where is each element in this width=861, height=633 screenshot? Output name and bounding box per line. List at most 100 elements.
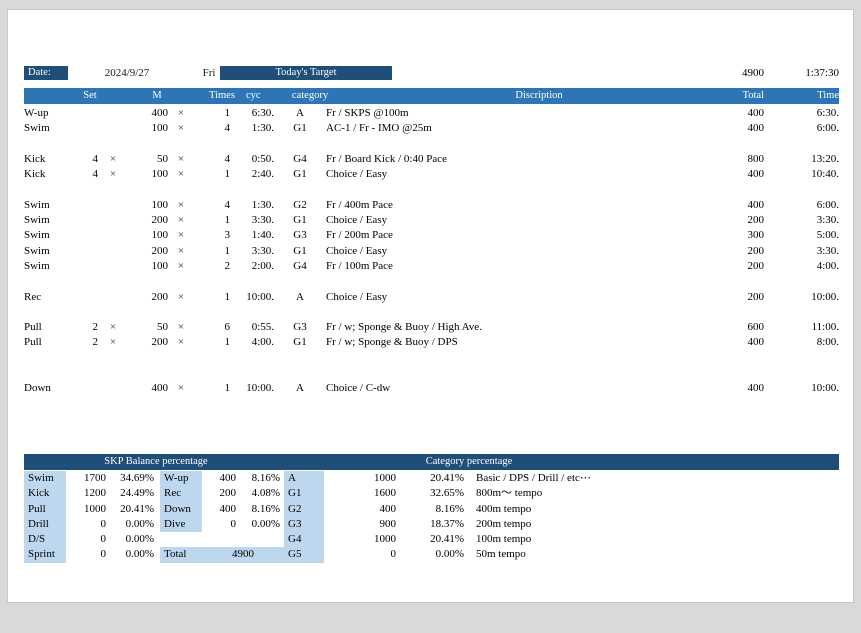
- multiply-sign-inner: [174, 137, 188, 152]
- workout-reps: 1: [224, 168, 231, 181]
- workout-row: Swim 100 × 4 1:30. G2 Fr / 400m Pace 400 6:00.: [24, 198, 839, 213]
- workout-reps: [200, 366, 230, 381]
- workout-sets: 4: [92, 168, 99, 181]
- workout-cycle: [240, 351, 274, 366]
- summary-row: Swim 1700 34.69% W-up 400 8.16% A 1000 20.41% Bas…: [24, 471, 839, 487]
- workout-reps: 2: [224, 259, 231, 272]
- workout-sets: [70, 228, 98, 243]
- workout-total: [700, 274, 764, 289]
- zone-distance: 1000: [374, 472, 396, 484]
- workout-sets: [70, 106, 98, 121]
- phase-label: Rec: [160, 486, 202, 502]
- skp-stroke-distance: 0: [100, 533, 107, 546]
- zone-distance: 900: [379, 517, 397, 530]
- phase-distance: [202, 532, 240, 547]
- workout-cycle: 1:30.: [251, 122, 274, 135]
- multiply-sign-inner: [174, 351, 188, 366]
- workout-distance: 50: [157, 321, 168, 334]
- workout-discription: [326, 137, 686, 152]
- workout-sets: [70, 366, 98, 381]
- workout-spacer-row: [24, 366, 839, 381]
- zone-percent: 18.37%: [430, 517, 464, 530]
- workout-type: Swim: [24, 198, 50, 211]
- workout-cycle: 6:30.: [251, 107, 274, 119]
- multiply-sign-outer: [106, 381, 120, 396]
- workout-sets: [70, 290, 98, 305]
- workout-reps: 4: [224, 122, 231, 135]
- workout-reps: 1: [224, 214, 231, 227]
- workout-cycle: [240, 182, 274, 197]
- multiply-sign-outer: [106, 305, 120, 320]
- workout-category: G3: [293, 229, 307, 242]
- workout-cycle: 2:00.: [251, 259, 274, 272]
- workout-sets: [70, 198, 98, 213]
- phase-distance: 0: [230, 517, 237, 530]
- workout-category: G1: [293, 168, 307, 181]
- workout-distance: [132, 305, 168, 320]
- workout-sets: [70, 381, 98, 396]
- workout-distance: [132, 274, 168, 289]
- workout-total: 200: [747, 259, 765, 272]
- zone-description: 800m～ tempo: [476, 487, 543, 500]
- column-header-time: Time: [817, 90, 839, 101]
- workout-reps: 3: [224, 229, 231, 242]
- workout-discription: [326, 274, 686, 289]
- multiply-sign-inner: ×: [177, 168, 185, 181]
- workout-time: 10:00.: [811, 290, 839, 303]
- date-value[interactable]: 2024/9/27: [72, 66, 182, 80]
- workout-total: [700, 366, 764, 381]
- column-header-cyc: cyc: [246, 90, 261, 101]
- workout-distance: [132, 366, 168, 381]
- workout-distance: 400: [151, 107, 169, 119]
- skp-stroke-percent: 0.00%: [125, 548, 154, 561]
- workout-time: 8:00.: [816, 336, 839, 349]
- workout-cycle: 3:30.: [251, 244, 274, 257]
- workout-cycle: 10:00.: [246, 290, 274, 303]
- multiply-sign-inner: [174, 274, 188, 289]
- skp-balance-title: SKP Balance percentage: [104, 456, 208, 467]
- zone-label: A: [284, 471, 324, 487]
- workout-category: A: [296, 107, 304, 119]
- multiply-sign-inner: ×: [177, 321, 185, 334]
- workout-sets: 2: [92, 336, 99, 349]
- date-target-bar: Date: 2024/9/27 Fri Today's Target 4900 …: [24, 66, 839, 80]
- multiply-sign-inner: [174, 366, 188, 381]
- zone-description: 50m tempo: [476, 548, 526, 561]
- workout-cycle: 0:50.: [251, 152, 274, 165]
- zone-description: 400m tempo: [476, 502, 532, 515]
- column-header-discription: Discription: [515, 90, 563, 101]
- multiply-sign-inner: ×: [177, 229, 185, 242]
- workout-table-body: W-up 400 × 1 6:30. A Fr / SKPS @100m 400 6:30. Sw…: [24, 106, 839, 397]
- workout-cycle: [240, 274, 274, 289]
- workout-distance: 100: [151, 198, 169, 211]
- multiply-sign-outer: ×: [109, 152, 117, 165]
- column-header-total: Total: [742, 90, 764, 101]
- workout-type: Pull: [24, 321, 42, 334]
- workout-sets: [70, 213, 98, 228]
- workout-cycle: [240, 305, 274, 320]
- workout-category: G1: [293, 244, 307, 257]
- workout-type: Kick: [24, 168, 46, 181]
- multiply-sign-inner: ×: [177, 382, 185, 395]
- workout-category: G1: [293, 214, 307, 227]
- workout-reps: 4: [224, 198, 231, 211]
- workout-type: [24, 366, 70, 381]
- zone-label: G1: [284, 486, 324, 502]
- workout-sets: [70, 305, 98, 320]
- multiply-sign-outer: [106, 290, 120, 305]
- skp-stroke-percent: 0.00%: [125, 533, 154, 546]
- phase-percent: [240, 532, 284, 547]
- multiply-sign-outer: [106, 198, 120, 213]
- multiply-sign-inner: ×: [177, 122, 185, 135]
- zone-distance: 0: [390, 548, 397, 561]
- skp-stroke-label: Kick: [24, 486, 66, 502]
- workout-time: [772, 351, 839, 366]
- zone-description: 100m tempo: [476, 533, 532, 546]
- zone-distance: 1000: [374, 533, 396, 546]
- workout-row: Down 400 × 1 10:00. A Choice / C-dw 400 10:00.: [24, 381, 839, 396]
- workout-reps: 1: [224, 107, 231, 119]
- workout-category: [286, 351, 314, 366]
- workout-reps: [200, 137, 230, 152]
- workout-category: G4: [293, 259, 307, 272]
- workout-reps: 1: [224, 336, 231, 349]
